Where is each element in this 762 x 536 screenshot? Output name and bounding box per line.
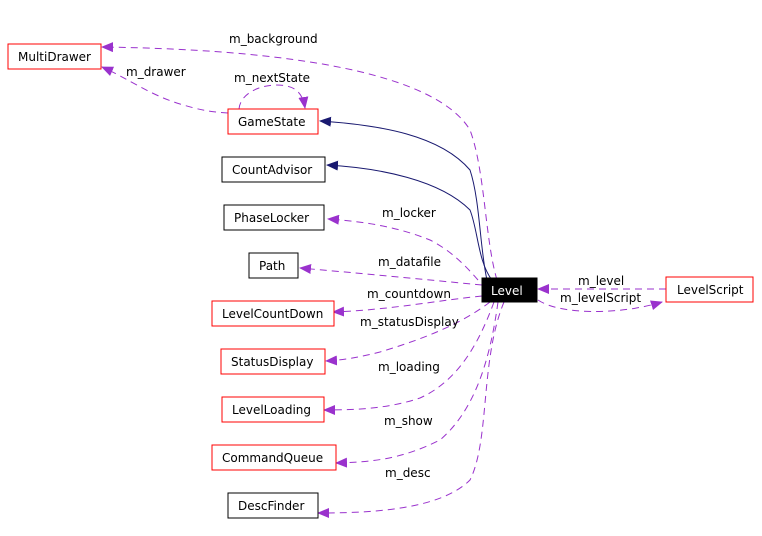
node-statusdisplay[interactable]: StatusDisplay bbox=[220, 348, 326, 375]
edge-label-m_nextState: m_nextState bbox=[234, 71, 310, 85]
edge-m_nextState bbox=[238, 84, 309, 110]
edge-label-m_levelScript: m_levelScript bbox=[560, 291, 641, 305]
node-descfinder[interactable]: DescFinder bbox=[227, 492, 319, 519]
node-label: PhaseLocker bbox=[234, 211, 309, 225]
node-label: LevelLoading bbox=[232, 403, 311, 417]
node-path[interactable]: Path bbox=[248, 252, 299, 279]
edge-label-m_level: m_level bbox=[578, 274, 624, 288]
node-label: Path bbox=[259, 259, 285, 273]
node-label: Level bbox=[491, 284, 523, 298]
edge-m_locker bbox=[327, 214, 479, 281]
node-label: LevelScript bbox=[677, 283, 744, 297]
node-multidrawer[interactable]: MultiDrawer bbox=[7, 43, 102, 70]
node-countadvisor[interactable]: CountAdvisor bbox=[221, 156, 326, 183]
node-gamestate[interactable]: GameState bbox=[227, 108, 319, 135]
edge-label-m_datafile: m_datafile bbox=[378, 255, 441, 269]
node-label: DescFinder bbox=[238, 499, 304, 513]
edge-m_datafile bbox=[299, 263, 483, 286]
node-label: GameState bbox=[238, 115, 306, 129]
node-levelloading[interactable]: LevelLoading bbox=[221, 396, 325, 423]
edge-label-m_statusDisplay: m_statusDisplay bbox=[360, 315, 459, 329]
node-label: LevelCountDown bbox=[222, 307, 323, 321]
node-commandqueue[interactable]: CommandQueue bbox=[211, 444, 337, 471]
node-label: CommandQueue bbox=[222, 451, 323, 465]
node-levelscript[interactable]: LevelScript bbox=[665, 276, 754, 303]
edge-label-m_drawer: m_drawer bbox=[126, 65, 186, 79]
edge-label-m_desc: m_desc bbox=[385, 466, 431, 480]
node-level-focus[interactable]: Level bbox=[481, 277, 538, 303]
node-levelcountdown[interactable]: LevelCountDown bbox=[211, 300, 335, 327]
edge-label-m_background: m_background bbox=[229, 32, 318, 46]
edge-label-m_loading: m_loading bbox=[378, 360, 440, 374]
collaboration-diagram: m_background m_drawer m_nextState m_lock… bbox=[7, 32, 754, 519]
node-label: StatusDisplay bbox=[231, 355, 313, 369]
node-label: CountAdvisor bbox=[232, 163, 312, 177]
node-label: MultiDrawer bbox=[18, 50, 91, 64]
edge-label-m_show: m_show bbox=[384, 414, 433, 428]
edge-label-m_locker: m_locker bbox=[382, 206, 436, 220]
node-phaselocker[interactable]: PhaseLocker bbox=[223, 204, 325, 231]
edge-m_desc bbox=[317, 301, 505, 518]
edge-label-m_countdown: m_countdown bbox=[367, 287, 451, 301]
